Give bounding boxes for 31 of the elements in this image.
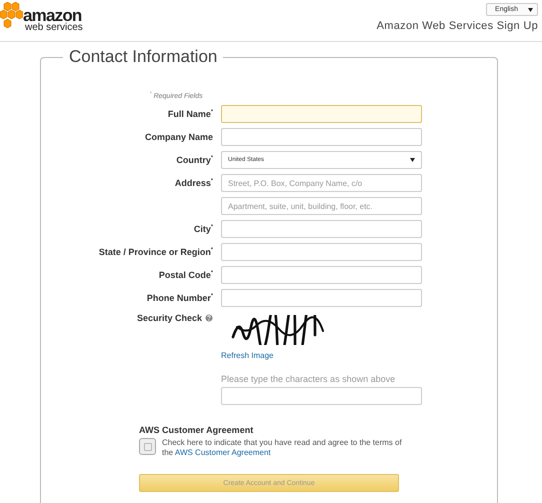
input-field[interactable] [221, 387, 422, 406]
input-field[interactable] [221, 128, 422, 146]
agreement-checkbox[interactable] [139, 438, 156, 456]
agreement-text: Check here to indicate that you have read and agree to the terms of the AWS Customer Agreement [162, 438, 403, 458]
refresh-image-link[interactable]: Refresh Image [221, 351, 274, 360]
field-label: Country$^{*}$ [176, 155, 213, 166]
help-icon[interactable] [205, 314, 213, 322]
caret-icon [528, 8, 533, 12]
input-field[interactable]: Apartment, suite, unit, building, floor, etc. [221, 197, 422, 216]
cubes-icon [0, 2, 23, 30]
field-label: Company Name [144, 132, 213, 142]
field-label: State / Province or Region$^{*}$ [98, 247, 213, 258]
input-field[interactable] [221, 243, 422, 262]
logo-wordmark: amazon [23, 8, 82, 24]
field-label: City$^{*}$ [194, 224, 213, 234]
input-field[interactable] [221, 289, 422, 308]
captcha-prompt: Please type the characters as shown above [221, 374, 396, 384]
agreement-link[interactable]: AWS Customer Agreement [174, 448, 271, 458]
input-field[interactable]: Street, P.O. Box, Company Name, c/o [221, 174, 422, 192]
field-label: Postal Code$^{*}$ [158, 270, 213, 280]
page-title: Amazon Web Services Sign Up [376, 20, 538, 32]
agreement-heading: AWS Customer Agreement [139, 425, 254, 436]
input-field[interactable] [221, 105, 422, 124]
caret-icon [410, 158, 415, 162]
logo-subtitle: web services [25, 23, 83, 32]
input-field[interactable] [221, 266, 422, 284]
field-label: Phone Number$^{*}$ [146, 293, 213, 304]
field-label: Full Name$^{*}$ [168, 109, 213, 120]
field-label: Address$^{*}$ [174, 178, 213, 188]
input-field[interactable] [221, 220, 422, 238]
field-label: Security Check [136, 313, 202, 324]
